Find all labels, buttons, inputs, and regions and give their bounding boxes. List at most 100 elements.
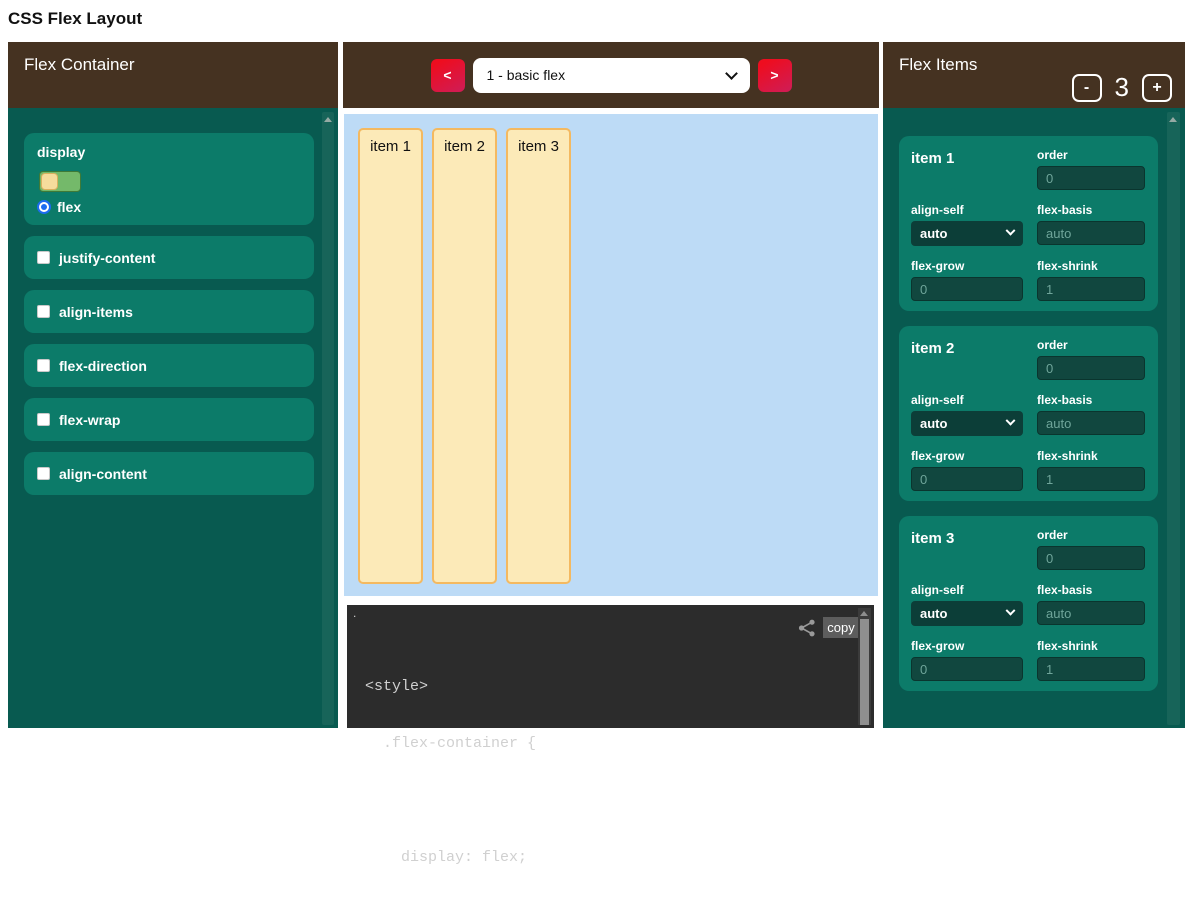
- order-label: order: [1037, 528, 1145, 542]
- item-2-align-self-select[interactable]: auto: [911, 411, 1023, 436]
- align-self-label: align-self: [911, 203, 1023, 217]
- flex-wrap-checkbox[interactable]: [37, 413, 50, 426]
- example-select[interactable]: 1 - basic flex: [473, 58, 750, 93]
- item-1-card-title: item 1: [911, 148, 1023, 190]
- flex-wrap-option-card[interactable]: flex-wrap: [24, 398, 314, 441]
- display-option-card[interactable]: display flex: [24, 133, 314, 225]
- flex-basis-label: flex-basis: [1037, 583, 1145, 597]
- flex-wrap-label: flex-wrap: [59, 412, 120, 428]
- page-title: CSS Flex Layout: [8, 9, 142, 29]
- flex-preview-container: item 1 item 2 item 3: [344, 114, 878, 596]
- code-line: display: flex;: [365, 848, 536, 867]
- flex-container-header: Flex Container: [8, 42, 338, 108]
- preview-item-2: item 2: [432, 128, 497, 584]
- preview-item-3: item 3: [506, 128, 571, 584]
- left-panel-scrollbar[interactable]: [322, 112, 334, 725]
- justify-content-checkbox[interactable]: [37, 251, 50, 264]
- align-self-value: auto: [920, 226, 947, 241]
- flex-basis-label: flex-basis: [1037, 393, 1145, 407]
- item-count: 3: [1115, 72, 1129, 103]
- flex-radio-label: flex: [57, 199, 81, 215]
- code-line: <style>: [365, 677, 536, 696]
- item-2-flex-basis-input[interactable]: [1037, 411, 1145, 435]
- item-3-card: item 3 order align-self auto flex-basis: [899, 516, 1158, 691]
- flex-grow-label: flex-grow: [911, 639, 1023, 653]
- justify-content-label: justify-content: [59, 250, 155, 266]
- flex-items-header: Flex Items - 3 +: [883, 42, 1185, 108]
- code-line: [365, 791, 536, 810]
- item-3-flex-grow-input[interactable]: [911, 657, 1023, 681]
- right-panel-scrollbar[interactable]: [1167, 112, 1180, 725]
- item-1-flex-grow-input[interactable]: [911, 277, 1023, 301]
- align-items-option-card[interactable]: align-items: [24, 290, 314, 333]
- flex-container-body: display flex justify-content align-items…: [8, 108, 338, 728]
- chevron-down-icon: [725, 67, 738, 80]
- add-item-button[interactable]: +: [1142, 74, 1172, 102]
- align-content-option-card[interactable]: align-content: [24, 452, 314, 495]
- code-line: .flex-container {: [365, 734, 536, 753]
- display-toggle[interactable]: [39, 171, 81, 192]
- item-3-flex-basis-input[interactable]: [1037, 601, 1145, 625]
- example-nav-bar: < 1 - basic flex >: [343, 42, 879, 108]
- align-content-checkbox[interactable]: [37, 467, 50, 480]
- item-1-order-input[interactable]: [1037, 166, 1145, 190]
- item-1-flex-basis-input[interactable]: [1037, 221, 1145, 245]
- align-content-label: align-content: [59, 466, 147, 482]
- chevron-down-icon: [1006, 416, 1016, 426]
- copy-button[interactable]: copy: [823, 617, 859, 638]
- display-label: display: [37, 144, 85, 160]
- code-panel: . <style> .flex-container { display: fle…: [347, 605, 874, 728]
- align-items-label: align-items: [59, 304, 133, 320]
- item-1-align-self-select[interactable]: auto: [911, 221, 1023, 246]
- flex-container-panel: Flex Container display flex justify-cont…: [8, 42, 338, 728]
- flex-items-title: Flex Items: [899, 55, 977, 75]
- item-3-card-title: item 3: [911, 528, 1023, 570]
- flex-grow-label: flex-grow: [911, 259, 1023, 273]
- flex-basis-label: flex-basis: [1037, 203, 1145, 217]
- item-2-card: item 2 order align-self auto flex-basis: [899, 326, 1158, 501]
- flex-radio[interactable]: [37, 200, 51, 214]
- display-toggle-knob: [41, 173, 58, 190]
- remove-item-button[interactable]: -: [1072, 74, 1102, 102]
- align-items-checkbox[interactable]: [37, 305, 50, 318]
- flex-shrink-label: flex-shrink: [1037, 259, 1145, 273]
- example-select-value: 1 - basic flex: [487, 67, 566, 83]
- align-self-value: auto: [920, 416, 947, 431]
- next-example-button[interactable]: >: [758, 59, 792, 92]
- code-dot: .: [353, 606, 356, 620]
- flex-container-title: Flex Container: [24, 55, 135, 75]
- item-2-flex-grow-input[interactable]: [911, 467, 1023, 491]
- item-3-align-self-select[interactable]: auto: [911, 601, 1023, 626]
- code-scrollbar[interactable]: [858, 608, 871, 725]
- align-self-label: align-self: [911, 393, 1023, 407]
- scroll-up-icon: [860, 611, 868, 616]
- item-2-flex-shrink-input[interactable]: [1037, 467, 1145, 491]
- chevron-down-icon: [1006, 606, 1016, 616]
- prev-example-button[interactable]: <: [431, 59, 465, 92]
- scroll-up-icon: [1169, 117, 1177, 122]
- preview-item-1: item 1: [358, 128, 423, 584]
- item-2-order-input[interactable]: [1037, 356, 1145, 380]
- item-count-controls: - 3 +: [1072, 72, 1172, 103]
- flex-direction-checkbox[interactable]: [37, 359, 50, 372]
- flex-shrink-label: flex-shrink: [1037, 449, 1145, 463]
- flex-direction-label: flex-direction: [59, 358, 147, 374]
- flex-items-body: item 1 order align-self auto flex-basis: [883, 108, 1185, 728]
- flex-grow-label: flex-grow: [911, 449, 1023, 463]
- flex-direction-option-card[interactable]: flex-direction: [24, 344, 314, 387]
- scroll-up-icon: [324, 117, 332, 122]
- justify-content-option-card[interactable]: justify-content: [24, 236, 314, 279]
- item-3-flex-shrink-input[interactable]: [1037, 657, 1145, 681]
- flex-items-panel: Flex Items - 3 + item 1 order align-self…: [883, 42, 1185, 728]
- code-text: <style> .flex-container { display: flex;: [365, 639, 536, 905]
- item-3-order-input[interactable]: [1037, 546, 1145, 570]
- order-label: order: [1037, 338, 1145, 352]
- chevron-down-icon: [1006, 226, 1016, 236]
- item-1-card: item 1 order align-self auto flex-basis: [899, 136, 1158, 311]
- share-icon[interactable]: [798, 619, 816, 637]
- order-label: order: [1037, 148, 1145, 162]
- flex-shrink-label: flex-shrink: [1037, 639, 1145, 653]
- code-scrollbar-thumb[interactable]: [860, 619, 869, 725]
- item-1-flex-shrink-input[interactable]: [1037, 277, 1145, 301]
- item-2-card-title: item 2: [911, 338, 1023, 380]
